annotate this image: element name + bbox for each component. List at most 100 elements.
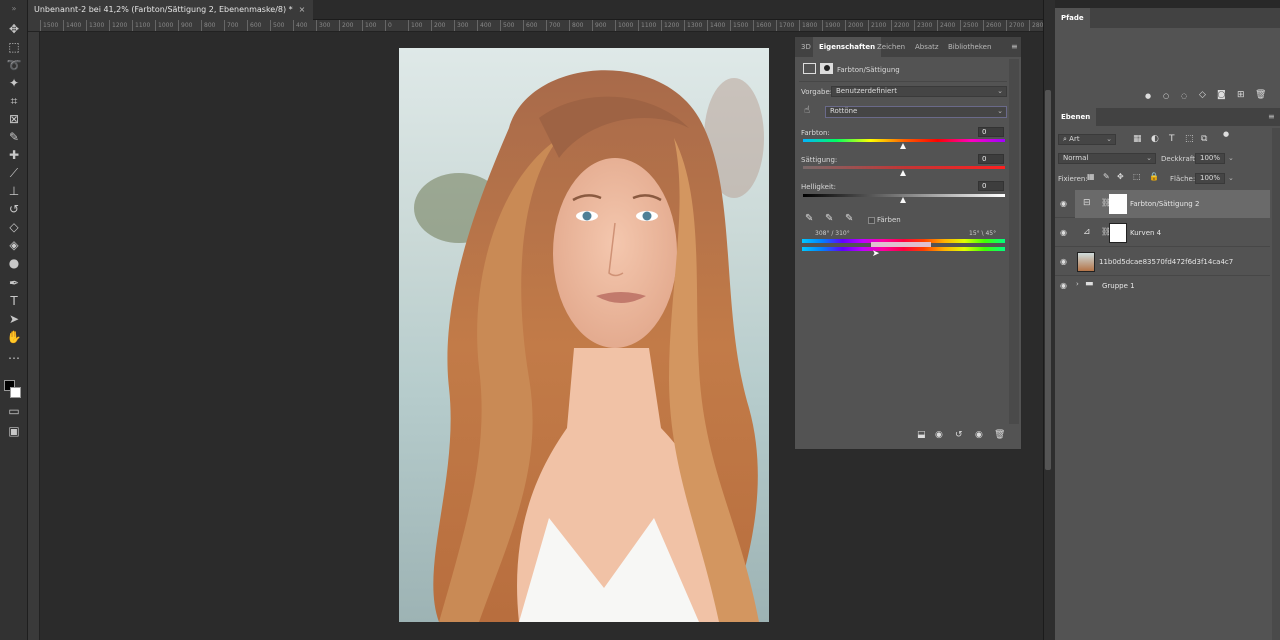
quick-mask-icon[interactable]: ▭ bbox=[5, 404, 23, 418]
type-icon[interactable]: T bbox=[5, 294, 23, 308]
close-icon[interactable]: × bbox=[299, 5, 306, 14]
lock-artboard-icon[interactable]: ⬚ bbox=[1133, 172, 1141, 181]
tab-absatz[interactable]: Absatz bbox=[909, 37, 945, 57]
visibility-eye-icon[interactable]: ◉ bbox=[1060, 228, 1067, 237]
frame-icon[interactable]: ⊠ bbox=[5, 112, 23, 126]
chevron-down-icon[interactable]: ⌄ bbox=[1228, 154, 1234, 162]
lasso-icon[interactable]: ➰ bbox=[5, 58, 23, 72]
panel-menu-icon[interactable]: ≡ bbox=[1011, 42, 1018, 51]
brush-icon[interactable]: ⟋ bbox=[5, 166, 23, 180]
work-path-icon[interactable]: ◇ bbox=[1199, 90, 1206, 100]
trash-icon[interactable]: 🗑 bbox=[1255, 90, 1266, 100]
tab-ebenen[interactable]: Ebenen bbox=[1055, 108, 1097, 126]
trash-icon[interactable]: 🗑 bbox=[994, 430, 1005, 440]
eyedropper-icon[interactable]: ✎ bbox=[5, 130, 23, 144]
hue-input[interactable]: 0 bbox=[978, 127, 1004, 137]
lightness-input[interactable]: 0 bbox=[978, 181, 1004, 191]
layer-thumbnail[interactable] bbox=[1077, 252, 1095, 272]
layer-row[interactable]: ◉ › ▬ Gruppe 1 bbox=[1055, 277, 1270, 295]
dock-scrollbar[interactable] bbox=[1045, 90, 1051, 470]
path-select-icon[interactable]: ➤ bbox=[5, 312, 23, 326]
stroke-path-icon[interactable]: ○ bbox=[1163, 92, 1169, 100]
hue-slider-track[interactable] bbox=[803, 139, 1005, 142]
properties-scrollbar[interactable] bbox=[1009, 59, 1019, 424]
dodge-icon[interactable]: ● bbox=[5, 256, 23, 270]
opacity-input[interactable]: 100% bbox=[1195, 153, 1225, 164]
opacity-value: 100% bbox=[1200, 154, 1221, 162]
layer-filter-select[interactable]: ⌕ Art ⌄ bbox=[1058, 134, 1116, 145]
lock-pixels-icon[interactable]: ▦ bbox=[1087, 172, 1095, 181]
fill-input[interactable]: 100% bbox=[1195, 173, 1225, 184]
tab-pfade[interactable]: Pfade bbox=[1055, 8, 1090, 28]
paths-panel: Pfade ● ○ ◌ ◇ ◙ ⊞ 🗑 bbox=[1055, 8, 1280, 108]
visibility-eye-icon[interactable]: ◉ bbox=[1060, 257, 1067, 266]
filter-adjustment-icon[interactable]: ◐ bbox=[1151, 134, 1159, 144]
portrait-photo[interactable] bbox=[399, 48, 769, 622]
tab-zeichen[interactable]: Zeichen bbox=[871, 37, 911, 57]
layer-mask-thumbnail[interactable] bbox=[1109, 194, 1127, 214]
document-tab[interactable]: Unbenannt-2 bei 41,2% (Farbton/Sättigung… bbox=[28, 0, 314, 20]
stamp-icon[interactable]: ⊥ bbox=[5, 184, 23, 198]
filter-pixel-icon[interactable]: ▦ bbox=[1133, 134, 1142, 144]
layer-row[interactable]: ◉ ⊿ ⛓ Kurven 4 bbox=[1055, 219, 1270, 247]
fill-path-icon[interactable]: ● bbox=[1145, 92, 1151, 100]
collapse-icon[interactable]: » bbox=[5, 2, 23, 16]
hand-icon[interactable]: ✋ bbox=[5, 330, 23, 344]
tab-bibliotheken[interactable]: Bibliotheken bbox=[942, 37, 997, 57]
saturation-input[interactable]: 0 bbox=[978, 154, 1004, 164]
layer-row[interactable]: ◉ 11b0d5dcae83570fd472f6d3f14ca4c7 bbox=[1055, 248, 1270, 276]
layer-row[interactable]: ◉ ⊟ ⛓ Farbton/Sättigung 2 bbox=[1055, 190, 1270, 218]
layer-mask-thumbnail[interactable] bbox=[1109, 223, 1127, 243]
view-previous-icon[interactable]: ◉ bbox=[935, 430, 943, 440]
filter-smart-object-icon[interactable]: ⧉ bbox=[1201, 134, 1207, 144]
eraser-icon[interactable]: ◇ bbox=[5, 220, 23, 234]
eyedropper-plus-icon[interactable]: ✎ bbox=[825, 213, 833, 224]
clip-to-layer-icon[interactable]: ⬓ bbox=[917, 430, 926, 440]
hue-label: Farbton: bbox=[801, 129, 830, 137]
more-icon[interactable]: … bbox=[5, 348, 23, 362]
hue-slider-thumb[interactable] bbox=[900, 143, 906, 149]
ruler-tick: 100 bbox=[362, 20, 376, 31]
pen-icon[interactable]: ✒ bbox=[5, 276, 23, 290]
eyedropper-icon[interactable]: ✎ bbox=[805, 213, 813, 224]
background-color-swatch[interactable] bbox=[10, 387, 21, 398]
mask-icon[interactable] bbox=[820, 63, 833, 74]
screen-mode-icon[interactable]: ▣ bbox=[5, 424, 23, 438]
lightness-slider-thumb[interactable] bbox=[900, 197, 906, 203]
lock-all-icon[interactable]: 🔒 bbox=[1149, 172, 1159, 181]
colorize-checkbox[interactable] bbox=[868, 217, 875, 224]
mask-path-icon[interactable]: ◙ bbox=[1217, 90, 1226, 100]
visibility-eye-icon[interactable]: ◉ bbox=[1060, 281, 1067, 290]
history-brush-icon[interactable]: ↺ bbox=[5, 202, 23, 216]
chevron-right-icon[interactable]: › bbox=[1076, 280, 1079, 288]
selection-path-icon[interactable]: ◌ bbox=[1181, 92, 1187, 100]
bucket-icon[interactable]: ◈ bbox=[5, 238, 23, 252]
visibility-eye-icon[interactable]: ◉ bbox=[975, 430, 983, 440]
target-adjust-hand-icon[interactable]: ☝ bbox=[804, 105, 810, 116]
panel-menu-icon[interactable]: ≡ bbox=[1268, 112, 1275, 121]
chevron-down-icon[interactable]: ⌄ bbox=[1228, 174, 1234, 182]
saturation-slider-thumb[interactable] bbox=[900, 170, 906, 176]
visibility-eye-icon[interactable]: ◉ bbox=[1060, 199, 1067, 208]
filter-shape-icon[interactable]: ⬚ bbox=[1185, 134, 1194, 144]
lock-position-icon[interactable]: ✥ bbox=[1117, 172, 1124, 181]
new-path-icon[interactable]: ⊞ bbox=[1237, 90, 1245, 100]
ruler-tick: 2200 bbox=[891, 20, 909, 31]
blend-mode-select[interactable]: Normal ⌄ bbox=[1058, 153, 1156, 164]
channel-select[interactable]: Rottöne ⌄ bbox=[825, 106, 1007, 118]
marquee-icon[interactable]: ⬚ bbox=[5, 40, 23, 54]
filter-toggle-icon[interactable]: ● bbox=[1223, 130, 1229, 138]
lock-paint-icon[interactable]: ✎ bbox=[1103, 172, 1110, 181]
eyedropper-minus-icon[interactable]: ✎ bbox=[845, 213, 853, 224]
layer-name: Farbton/Sättigung 2 bbox=[1130, 200, 1200, 208]
saturation-slider-track[interactable] bbox=[803, 166, 1005, 169]
move-icon[interactable]: ✥ bbox=[5, 22, 23, 36]
reset-icon[interactable]: ↺ bbox=[955, 430, 963, 440]
ruler-tick: 500 bbox=[270, 20, 284, 31]
healing-icon[interactable]: ✚ bbox=[5, 148, 23, 162]
filter-type-icon[interactable]: T bbox=[1169, 134, 1175, 144]
layers-scrollbar[interactable] bbox=[1272, 128, 1280, 640]
crop-icon[interactable]: ⌗ bbox=[5, 94, 23, 108]
magic-wand-icon[interactable]: ✦ bbox=[5, 76, 23, 90]
preset-select[interactable]: Benutzerdefiniert ⌄ bbox=[831, 86, 1007, 97]
